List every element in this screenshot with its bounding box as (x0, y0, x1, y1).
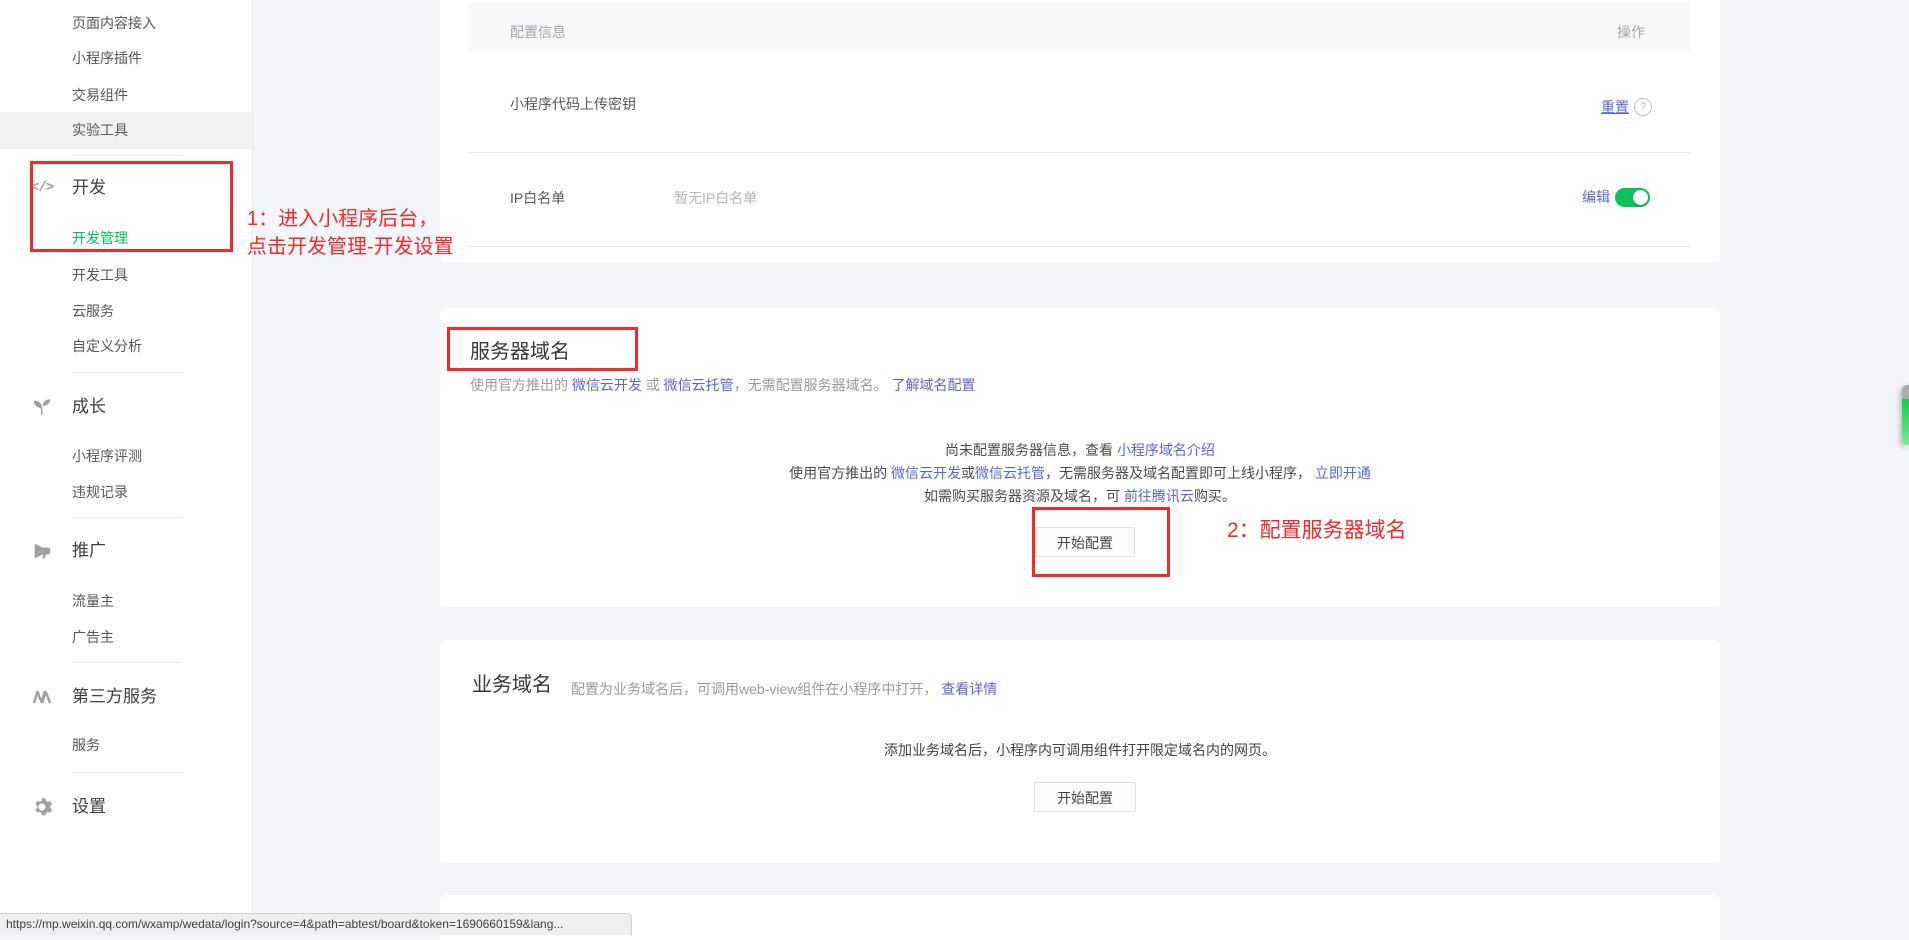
sidebar-section-promotion[interactable]: 推广 (72, 539, 106, 563)
learn-domain-config-link[interactable]: 了解域名配置 (892, 377, 976, 393)
help-icon[interactable]: ? (1634, 98, 1652, 116)
sidebar-item-experiment-tools[interactable]: 实验工具 (72, 120, 128, 140)
intro-text: ，无需配置服务器域名。 (734, 377, 892, 393)
widget-cap (1902, 385, 1909, 399)
sidebar-item-cloud-service[interactable]: 云服务 (72, 301, 114, 321)
row-separator (468, 152, 1691, 153)
config-info-panel: 配置信息 操作 小程序代码上传密钥 重置 ? IP白名单 暂无IP白名单 编辑 (440, 0, 1720, 263)
wechat-miniprogram-console: { "sidebar": { "items": [ {"label": "页面内… (0, 0, 1909, 935)
business-domain-hint: 添加业务域名后，小程序内可调用组件打开限定域名内的网页。 (440, 739, 1720, 762)
tutorial-box-dev-management (30, 161, 233, 252)
activate-now-link[interactable]: 立即开通 (1315, 465, 1371, 481)
sidebar-divider (72, 372, 182, 373)
toggle-knob (1633, 190, 1648, 205)
intro-text: 使用官方推出的 (470, 377, 572, 393)
business-domain-panel: 业务域名 配置为业务域名后，可调用web-view组件在小程序中打开， 查看详情… (440, 640, 1720, 863)
sidebar-divider (72, 662, 182, 663)
sidebar-divider (72, 517, 182, 518)
config-action-column-header: 操作 (1617, 22, 1645, 42)
megaphone-icon (31, 540, 53, 562)
server-domain-intro: 使用官方推出的 微信云开发 或 微信云托管，无需配置服务器域名。 了解域名配置 (470, 375, 976, 395)
sidebar-section-third-party-service[interactable]: 第三方服务 (72, 685, 157, 709)
cloud-hosting-link[interactable]: 微信云托管 (664, 377, 734, 393)
ip-whitelist-toggle[interactable] (1615, 188, 1650, 207)
view-details-link[interactable]: 查看详情 (941, 681, 997, 697)
line-text: 使用官方推出的 (789, 465, 891, 481)
cloud-dev-link[interactable]: 微信云开发 (891, 465, 961, 481)
sprout-icon (31, 396, 53, 418)
sidebar: 页面内容接入 小程序插件 交易组件 实验工具 </> 开发 开发管理 开发工具 … (0, 0, 253, 935)
line-text: 或 (961, 465, 975, 481)
tutorial-step1-note: 1：进入小程序后台， 点击开发管理-开发设置 (247, 205, 454, 261)
widget-bar (1902, 399, 1909, 445)
tutorial-box-start-config (1032, 507, 1170, 577)
ip-whitelist-actions: 编辑 (1582, 187, 1650, 207)
sidebar-item-advertiser[interactable]: 广告主 (72, 627, 114, 647)
third-party-service-icon (31, 686, 53, 708)
sidebar-section-growth[interactable]: 成长 (72, 395, 106, 419)
reset-key-link[interactable]: 重置 (1601, 97, 1629, 117)
intro-text: 或 (642, 377, 664, 393)
sidebar-section-settings[interactable]: 设置 (72, 795, 106, 819)
sidebar-divider (72, 155, 182, 156)
step1-line2: 点击开发管理-开发设置 (247, 233, 454, 261)
row-separator (468, 246, 1691, 247)
sidebar-item-custom-analysis[interactable]: 自定义分析 (72, 336, 142, 356)
sidebar-item-trade-component[interactable]: 交易组件 (72, 85, 128, 105)
tencent-cloud-link[interactable]: 前往腾讯云 (1124, 488, 1194, 504)
business-domain-desc: 配置为业务域名后，可调用web-view组件在小程序中打开， 查看详情 (571, 679, 997, 699)
config-table-title: 配置信息 (510, 22, 566, 42)
sidebar-divider (72, 772, 182, 773)
empty-state-line-2: 使用官方推出的 微信云开发或微信云托管，无需服务器及域名配置即可上线小程序， 立… (440, 462, 1720, 485)
browser-status-bar: https://mp.weixin.qq.com/wxamp/wedata/lo… (0, 913, 632, 935)
step1-line1: 1：进入小程序后台， (247, 205, 454, 233)
sidebar-item-traffic-owner[interactable]: 流量主 (72, 591, 114, 611)
sidebar-item-miniprogram-plugin[interactable]: 小程序插件 (72, 48, 142, 68)
domain-intro-link[interactable]: 小程序域名介绍 (1117, 442, 1215, 458)
gear-icon (31, 796, 53, 818)
upload-key-label: 小程序代码上传密钥 (510, 95, 636, 113)
edit-ip-whitelist-link[interactable]: 编辑 (1582, 187, 1610, 207)
sidebar-item-miniprogram-evaluation[interactable]: 小程序评测 (72, 446, 142, 466)
line-text: ，无需服务器及域名配置即可上线小程序， (1045, 465, 1315, 481)
sidebar-item-violation-records[interactable]: 违规记录 (72, 482, 128, 502)
empty-state-line-1: 尚未配置服务器信息，查看 小程序域名介绍 (440, 439, 1720, 462)
line-text: 如需购买服务器资源及域名，可 (924, 488, 1124, 504)
start-config-business-button[interactable]: 开始配置 (1034, 782, 1136, 812)
ip-whitelist-label: IP白名单 (510, 189, 565, 207)
sidebar-item-dev-tools[interactable]: 开发工具 (72, 265, 128, 285)
line-text: 尚未配置服务器信息，查看 (945, 442, 1117, 458)
floating-feedback-widget[interactable] (1902, 385, 1909, 445)
line-text: 购买。 (1194, 488, 1236, 504)
next-section-panel (440, 895, 1720, 940)
cloud-hosting-link[interactable]: 微信云托管 (975, 465, 1045, 481)
cloud-dev-link[interactable]: 微信云开发 (572, 377, 642, 393)
ip-whitelist-value: 暂无IP白名单 (674, 189, 757, 207)
upload-key-actions: 重置 ? (1601, 97, 1652, 117)
config-table-header (468, 3, 1690, 52)
server-domain-empty-state: 尚未配置服务器信息，查看 小程序域名介绍 使用官方推出的 微信云开发或微信云托管… (440, 439, 1720, 508)
tutorial-step2-note: 2：配置服务器域名 (1227, 517, 1407, 545)
sidebar-item-service[interactable]: 服务 (72, 735, 100, 755)
empty-state-line-3: 如需购买服务器资源及域名，可 前往腾讯云购买。 (440, 485, 1720, 508)
business-domain-title: 业务域名 (472, 672, 552, 698)
sidebar-item-page-content-access[interactable]: 页面内容接入 (72, 13, 156, 33)
desc-text: 配置为业务域名后，可调用web-view组件在小程序中打开， (571, 681, 941, 697)
tutorial-box-server-domain-title (447, 327, 638, 371)
